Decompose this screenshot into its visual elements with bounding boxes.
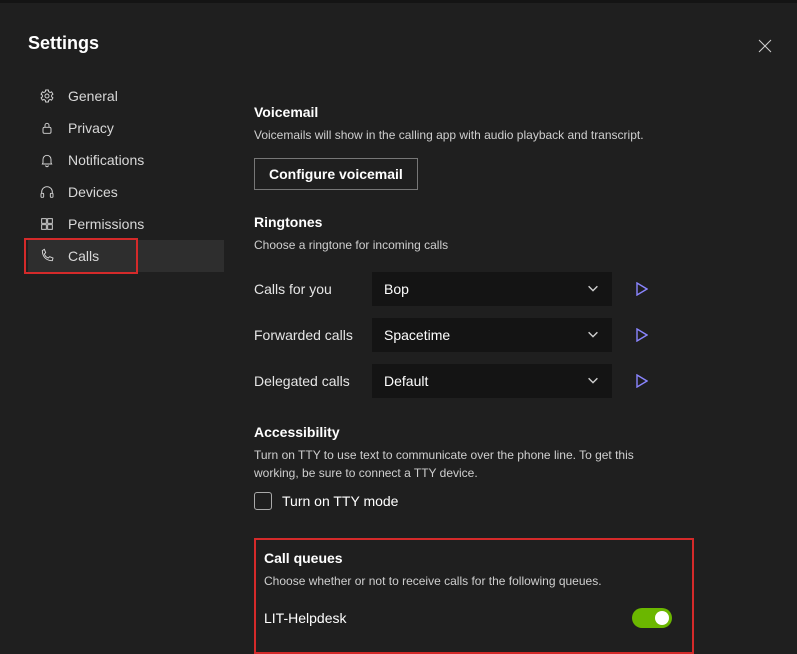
chevron-down-icon xyxy=(586,373,600,390)
sidebar-item-label: Permissions xyxy=(68,216,144,232)
ringtone-label: Calls for you xyxy=(254,281,372,297)
sidebar-item-label: Devices xyxy=(68,184,118,200)
apps-icon xyxy=(38,215,56,233)
ringtone-label: Delegated calls xyxy=(254,373,372,389)
select-value: Default xyxy=(384,373,428,389)
ringtone-select-calls-for-you[interactable]: Bop xyxy=(372,272,612,306)
gear-icon xyxy=(38,87,56,105)
ringtone-row-forwarded: Forwarded calls Spacetime xyxy=(254,318,769,352)
call-queue-label: LIT-Helpdesk xyxy=(264,610,346,626)
sidebar-item-permissions[interactable]: Permissions xyxy=(28,208,224,240)
sidebar-item-label: Privacy xyxy=(68,120,114,136)
ringtone-select-forwarded[interactable]: Spacetime xyxy=(372,318,612,352)
ringtone-row-calls-for-you: Calls for you Bop xyxy=(254,272,769,306)
play-ringtone-button[interactable] xyxy=(636,374,648,388)
configure-voicemail-button[interactable]: Configure voicemail xyxy=(254,158,418,190)
tty-checkbox[interactable] xyxy=(254,492,272,510)
bell-icon xyxy=(38,151,56,169)
sidebar-item-calls[interactable]: Calls xyxy=(28,240,224,272)
ringtone-row-delegated: Delegated calls Default xyxy=(254,364,769,398)
sidebar-item-label: Notifications xyxy=(68,152,144,168)
settings-main-panel: Voicemail Voicemails will show in the ca… xyxy=(254,72,797,654)
voicemail-title: Voicemail xyxy=(254,104,769,120)
sidebar-item-general[interactable]: General xyxy=(28,80,224,112)
play-ringtone-button[interactable] xyxy=(636,282,648,296)
page-title: Settings xyxy=(28,33,769,54)
call-queues-title: Call queues xyxy=(264,550,676,566)
accessibility-title: Accessibility xyxy=(254,424,769,440)
call-queues-highlight: Call queues Choose whether or not to rec… xyxy=(254,538,694,654)
chevron-down-icon xyxy=(586,327,600,344)
tty-checkbox-label: Turn on TTY mode xyxy=(282,493,398,509)
headset-icon xyxy=(38,183,56,201)
settings-sidebar: General Privacy Notifications Devices Pe… xyxy=(28,72,224,654)
lock-icon xyxy=(38,119,56,137)
play-ringtone-button[interactable] xyxy=(636,328,648,342)
ringtone-label: Forwarded calls xyxy=(254,327,372,343)
select-value: Bop xyxy=(384,281,409,297)
ringtone-select-delegated[interactable]: Default xyxy=(372,364,612,398)
call-queue-row: LIT-Helpdesk xyxy=(264,608,676,628)
ringtones-title: Ringtones xyxy=(254,214,769,230)
sidebar-item-privacy[interactable]: Privacy xyxy=(28,112,224,144)
sidebar-item-devices[interactable]: Devices xyxy=(28,176,224,208)
call-queue-toggle[interactable] xyxy=(632,608,672,628)
sidebar-item-label: General xyxy=(68,88,118,104)
voicemail-subtitle: Voicemails will show in the calling app … xyxy=(254,126,674,144)
sidebar-item-label: Calls xyxy=(68,248,99,264)
sidebar-item-notifications[interactable]: Notifications xyxy=(28,144,224,176)
accessibility-subtitle: Turn on TTY to use text to communicate o… xyxy=(254,446,674,482)
ringtones-subtitle: Choose a ringtone for incoming calls xyxy=(254,236,674,254)
select-value: Spacetime xyxy=(384,327,450,343)
close-button[interactable] xyxy=(757,38,773,54)
chevron-down-icon xyxy=(586,281,600,298)
call-queues-subtitle: Choose whether or not to receive calls f… xyxy=(264,572,676,590)
phone-icon xyxy=(38,247,56,265)
